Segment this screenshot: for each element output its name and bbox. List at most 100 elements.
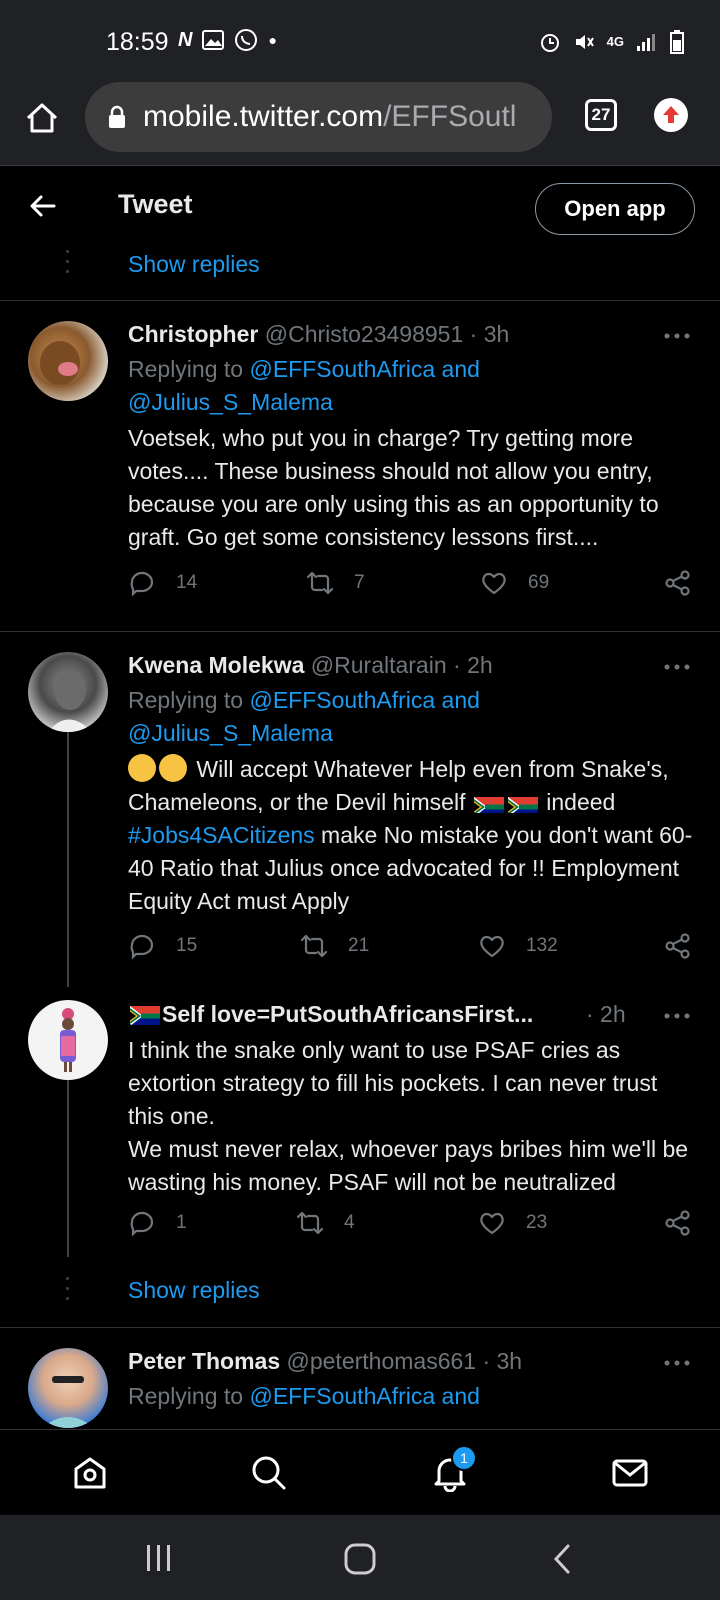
show-replies-link[interactable]: Show replies (128, 1277, 260, 1304)
network-type: 4G (606, 34, 624, 49)
reply-count: 14 (176, 572, 198, 593)
url-path: /EFFSoutl (383, 100, 517, 133)
bottom-navigation: 1 (0, 1429, 720, 1515)
avatar[interactable] (28, 1348, 108, 1428)
hashtag-link[interactable]: #Jobs4SACitizens (128, 822, 315, 848)
show-replies-link[interactable]: Show replies (128, 251, 260, 278)
like-button[interactable]: 132 (478, 932, 558, 960)
like-button[interactable]: 69 (480, 569, 549, 597)
home-icon[interactable] (71, 1454, 109, 1492)
author-name[interactable]: Self love=PutSouthAfricansFirst... (162, 1001, 533, 1027)
retweet-count: 7 (354, 572, 365, 593)
mention-link[interactable]: @EFFSouthAfrica and (249, 687, 479, 713)
reply-count: 1 (176, 1212, 187, 1233)
browser-toolbar: mobile.twitter.com/EFFSoutl 27 (0, 80, 720, 166)
tweet-header: Tweet Open app (0, 167, 720, 247)
search-icon[interactable] (250, 1454, 288, 1492)
avatar[interactable] (28, 652, 108, 732)
mention-link[interactable]: @EFFSouthAfrica and (249, 356, 479, 382)
thread-dots (66, 1277, 69, 1307)
author-handle[interactable]: @Christo23498951 (265, 321, 464, 347)
reply-button[interactable]: 14 (128, 569, 197, 597)
replying-to-label: Replying to (128, 1383, 250, 1409)
more-icon[interactable] (664, 333, 690, 339)
retweet-count: 4 (344, 1212, 355, 1233)
more-icon[interactable] (664, 1360, 690, 1366)
whatsapp-icon (235, 29, 258, 51)
notification-badge: 1 (451, 1445, 477, 1471)
address-bar[interactable]: mobile.twitter.com/EFFSoutl (85, 82, 552, 152)
mute-icon (575, 35, 594, 49)
home-nav-icon[interactable] (343, 1542, 377, 1576)
reply-icon (130, 1211, 154, 1237)
rofl-emoji-icon (159, 754, 187, 782)
retweet-icon (306, 571, 334, 595)
more-icon[interactable] (664, 664, 690, 670)
tweet-text: I think the snake only want to use PSAF … (128, 1037, 658, 1129)
south-africa-flag-icon (473, 793, 504, 813)
like-button[interactable]: 23 (478, 1209, 547, 1237)
mention-link[interactable]: @Julius_S_Malema (128, 389, 333, 415)
tweet[interactable]: Kwena Molekwa @Ruraltarain · 2h Replying… (0, 632, 720, 972)
gallery-icon (202, 30, 225, 50)
share-icon (665, 933, 690, 959)
back-arrow-icon[interactable] (28, 191, 58, 221)
retweet-icon (300, 934, 328, 958)
author-name[interactable]: Peter Thomas (128, 1348, 280, 1374)
tweet-time: · 3h (469, 321, 510, 347)
share-icon (665, 1210, 690, 1236)
recent-apps-icon[interactable] (144, 1543, 174, 1573)
open-app-button[interactable]: Open app (535, 183, 695, 235)
author-name[interactable]: Christopher (128, 321, 258, 347)
avatar[interactable] (28, 1000, 108, 1080)
retweet-button[interactable]: 21 (300, 932, 369, 960)
system-navigation-bar (0, 1515, 720, 1600)
browser-home-icon[interactable] (22, 98, 62, 138)
like-icon (480, 935, 504, 958)
mention-link[interactable]: @Julius_S_Malema (128, 720, 333, 746)
tweet-time: · 3h (482, 1348, 523, 1374)
tweet-time: · 2h (586, 1001, 626, 1027)
tweet[interactable]: Self love=PutSouthAfricansFirst... · 2h … (0, 987, 720, 1257)
like-count: 69 (528, 572, 550, 593)
south-africa-flag-icon (507, 793, 538, 813)
reply-icon (130, 571, 154, 597)
tears-of-joy-emoji-icon (128, 754, 156, 782)
thread-dots (66, 250, 69, 280)
replying-to-label: Replying to (128, 687, 250, 713)
avatar[interactable] (28, 321, 108, 401)
like-count: 23 (526, 1212, 548, 1233)
retweet-count: 21 (348, 935, 370, 956)
status-time: 18:59 (106, 28, 169, 56)
back-nav-icon[interactable] (550, 1543, 574, 1575)
author-handle[interactable]: @peterthomas661 (287, 1348, 477, 1374)
like-icon (482, 572, 506, 595)
tweet[interactable]: Christopher @Christo23498951 · 3h Replyi… (0, 301, 720, 626)
tweet-time: · 2h (453, 652, 493, 678)
reply-count: 15 (176, 935, 198, 956)
author-handle[interactable]: @Ruraltarain (311, 652, 447, 678)
share-button[interactable] (664, 932, 712, 960)
reply-button[interactable]: 15 (128, 932, 197, 960)
retweet-button[interactable]: 7 (306, 569, 365, 597)
like-count: 132 (526, 935, 558, 956)
tab-switcher-button[interactable]: 27 (585, 99, 617, 131)
tweet[interactable]: Peter Thomas @peterthomas661 · 3h Replyi… (0, 1328, 720, 1429)
battery-icon (670, 30, 684, 54)
share-button[interactable] (664, 1209, 712, 1237)
retweet-button[interactable]: 4 (296, 1209, 355, 1237)
mention-link[interactable]: @EFFSouthAfrica and (249, 1383, 479, 1409)
mail-icon[interactable] (611, 1454, 649, 1492)
url-host: mobile.twitter.com (143, 100, 384, 133)
more-icon[interactable] (664, 1013, 690, 1019)
share-button[interactable] (664, 569, 712, 597)
page-title: Tweet (118, 189, 193, 219)
tweet-text: Will accept Whatever Help even from Snak… (128, 754, 693, 914)
update-button[interactable] (654, 98, 688, 132)
tweet-text: We must never relax, whoever pays bribes… (128, 1136, 689, 1195)
author-name[interactable]: Kwena Molekwa (128, 652, 304, 678)
reply-button[interactable]: 1 (128, 1209, 187, 1237)
signal-icon (637, 34, 655, 51)
alarm-icon (540, 34, 559, 52)
tweet-feed: Show replies Christopher @Christo2349895… (0, 247, 720, 1429)
